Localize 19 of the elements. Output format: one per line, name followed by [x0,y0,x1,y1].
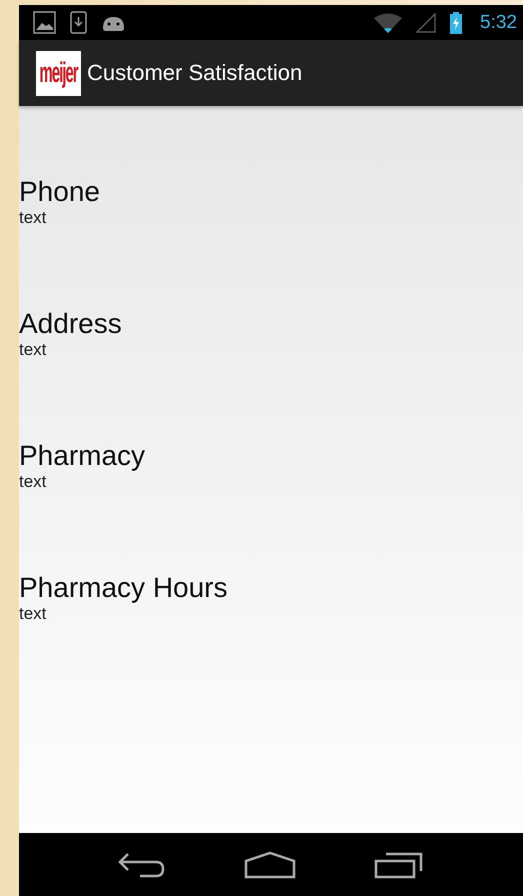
section-title: Pharmacy Hours [19,572,229,604]
section-value: text [19,472,48,492]
section-value: text [19,340,48,360]
section-title: Phone [19,176,101,208]
store-logo: meijer [36,50,81,96]
picture-icon [33,11,56,34]
signal-icon [416,12,436,32]
home-icon[interactable] [244,850,296,878]
section-value: text [19,604,48,624]
battery-icon [450,12,462,34]
section-value: text [19,208,48,228]
recent-apps-icon[interactable] [374,850,424,878]
back-icon[interactable] [118,852,166,878]
app-title: Customer Satisfaction [87,60,302,86]
download-icon [70,11,87,34]
section-title: Address [19,308,123,340]
wifi-icon [374,12,402,32]
status-time: 5:32 [480,12,517,34]
section-title: Pharmacy [19,440,146,472]
